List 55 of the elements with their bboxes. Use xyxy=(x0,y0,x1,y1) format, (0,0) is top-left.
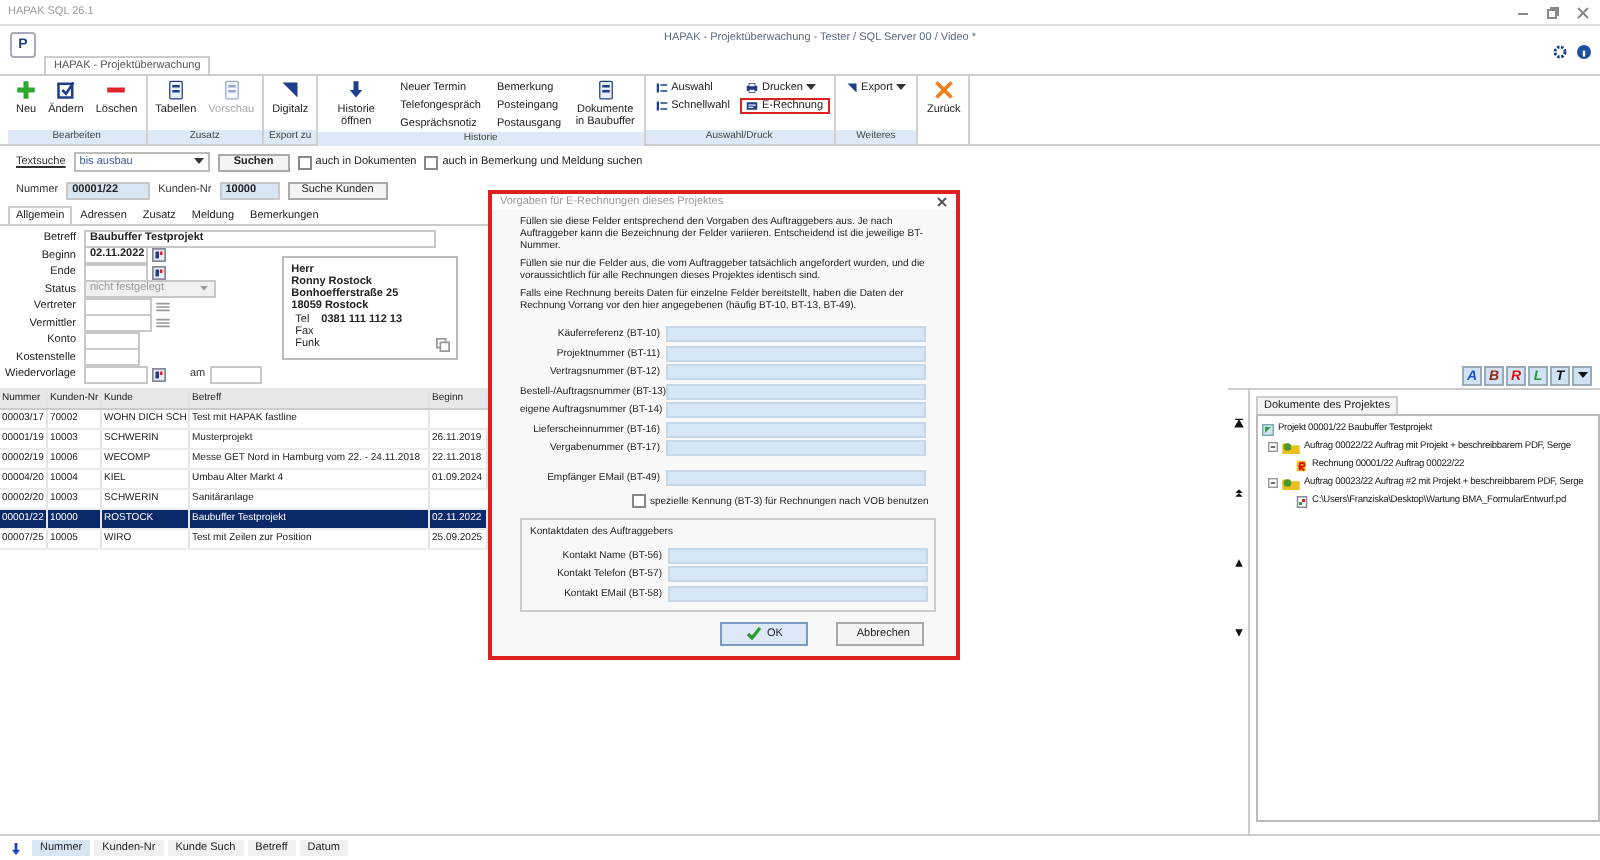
edit-icon xyxy=(55,80,76,100)
date-field[interactable] xyxy=(84,365,148,383)
move-top-icon[interactable] xyxy=(1233,418,1243,428)
input-field[interactable] xyxy=(666,364,926,380)
input-field[interactable] xyxy=(666,326,926,342)
caret-icon xyxy=(1577,372,1587,380)
input-field[interactable] xyxy=(666,383,926,399)
input-field[interactable] xyxy=(666,421,926,437)
text-field[interactable] xyxy=(84,348,140,366)
info-icon[interactable] xyxy=(1576,44,1592,60)
move-up-icon[interactable] xyxy=(1233,488,1243,498)
restore-icon[interactable] xyxy=(1544,3,1562,21)
settings-icon[interactable] xyxy=(1552,44,1568,60)
document-icon xyxy=(165,80,186,100)
checkmark-icon xyxy=(745,626,762,640)
close-icon[interactable] xyxy=(936,196,948,208)
collapse-icon[interactable] xyxy=(1268,478,1278,488)
folder-icon xyxy=(1282,476,1300,490)
folder-icon xyxy=(1282,440,1300,454)
list-icon[interactable] xyxy=(156,318,170,328)
down-icon[interactable] xyxy=(1233,628,1243,638)
list-icon xyxy=(655,100,668,112)
dropdown-button[interactable] xyxy=(1572,366,1592,386)
calendar-icon[interactable] xyxy=(152,265,166,279)
arrow-down-icon[interactable] xyxy=(12,841,20,855)
arrow-down-icon xyxy=(346,80,367,100)
pennant-icon xyxy=(845,82,858,94)
caret-icon xyxy=(193,158,204,166)
copy-icon[interactable] xyxy=(435,337,450,351)
up-icon[interactable] xyxy=(1233,558,1243,568)
input-field[interactable] xyxy=(666,402,926,418)
input-field[interactable] xyxy=(666,440,926,456)
calendar-icon[interactable] xyxy=(152,248,166,262)
invoice-icon xyxy=(745,100,758,112)
document-icon xyxy=(221,80,242,100)
input-field[interactable] xyxy=(668,547,928,563)
list-icon xyxy=(655,82,668,94)
calendar-icon[interactable] xyxy=(152,367,166,381)
printer-icon xyxy=(745,82,758,94)
invoice-icon xyxy=(1296,459,1308,471)
close-icon[interactable] xyxy=(1574,3,1592,21)
list-icon[interactable] xyxy=(156,301,170,311)
collapse-icon[interactable] xyxy=(1268,442,1278,452)
input-field[interactable] xyxy=(668,566,928,582)
text-field[interactable] xyxy=(84,314,152,332)
pennant-icon xyxy=(280,80,301,100)
input-field[interactable] xyxy=(666,469,926,485)
file-icon xyxy=(1296,495,1308,507)
project-icon xyxy=(1262,423,1274,435)
input-field[interactable] xyxy=(666,345,926,361)
caret-icon xyxy=(200,286,208,292)
document-icon xyxy=(595,80,616,100)
plus-icon xyxy=(16,80,37,100)
text-field[interactable] xyxy=(209,365,262,383)
input-field[interactable] xyxy=(668,585,928,601)
